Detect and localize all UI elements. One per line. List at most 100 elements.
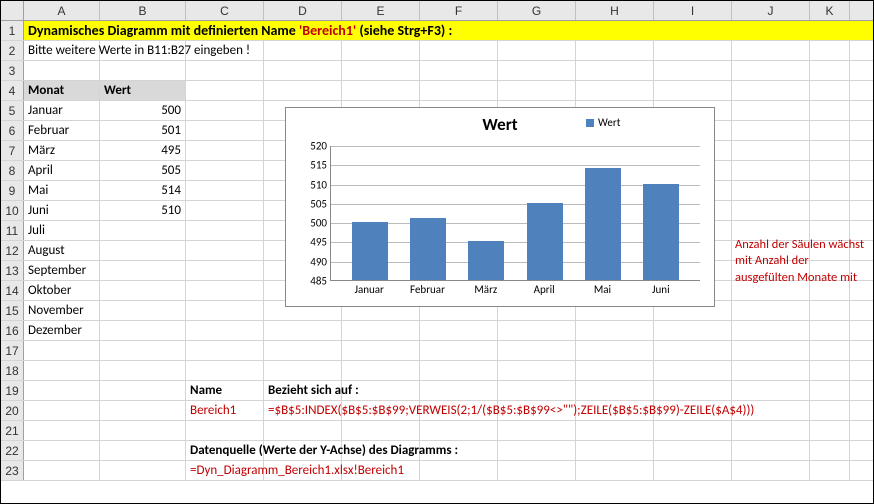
col-header-K[interactable]: K <box>810 1 850 20</box>
cell-A4[interactable]: Monat <box>24 81 100 100</box>
cell-A5[interactable]: Januar <box>24 101 100 120</box>
row-header-2[interactable]: 2 <box>1 41 24 60</box>
cell-B10[interactable]: 510 <box>100 201 186 220</box>
cell-J23[interactable] <box>732 461 810 480</box>
cell-C14[interactable] <box>186 281 264 300</box>
cell-I22[interactable] <box>654 441 732 460</box>
cell-D16[interactable] <box>264 321 342 340</box>
row-header-16[interactable]: 16 <box>1 321 24 340</box>
cell-C19[interactable]: Name <box>186 381 264 400</box>
cell-B20[interactable] <box>100 401 186 420</box>
cell-A14[interactable]: Oktober <box>24 281 100 300</box>
cell-A1[interactable]: Dynamisches Diagramm mit definierten Nam… <box>24 21 456 40</box>
cell-B4[interactable]: Wert <box>100 81 186 100</box>
cell-F23[interactable] <box>420 461 498 480</box>
cell-G17[interactable] <box>498 341 576 360</box>
cell-C23[interactable]: =Dyn_Diagramm_Bereich1.xlsx!Bereich1 <box>186 461 264 480</box>
cell-C10[interactable] <box>186 201 264 220</box>
cell-C6[interactable] <box>186 121 264 140</box>
cell-A19[interactable] <box>24 381 100 400</box>
cell-G21[interactable] <box>498 421 576 440</box>
cell-C1[interactable] <box>542 21 620 40</box>
cell-J17[interactable] <box>732 341 810 360</box>
cell-D4[interactable] <box>264 81 342 100</box>
row-header-22[interactable]: 22 <box>1 441 24 460</box>
row-header-18[interactable]: 18 <box>1 361 24 380</box>
cell-F4[interactable] <box>420 81 498 100</box>
cell-I18[interactable] <box>654 361 732 380</box>
cell-A11[interactable]: Juli <box>24 221 100 240</box>
cell-E4[interactable] <box>342 81 420 100</box>
cell-B6[interactable]: 501 <box>100 121 186 140</box>
cell-K15[interactable] <box>810 301 850 320</box>
row-header-7[interactable]: 7 <box>1 141 24 160</box>
cell-D3[interactable] <box>264 61 342 80</box>
cell-I4[interactable] <box>654 81 732 100</box>
corner-cell[interactable] <box>1 1 24 20</box>
cell-B21[interactable] <box>100 421 186 440</box>
row-header-11[interactable]: 11 <box>1 221 24 240</box>
cell-D20[interactable]: =$B$5:INDEX($B$5:$B$99;VERWEIS(2;1/($B$5… <box>264 401 342 420</box>
cell-G23[interactable] <box>498 461 576 480</box>
cell-J15[interactable] <box>732 301 810 320</box>
cell-B12[interactable] <box>100 241 186 260</box>
cell-B13[interactable] <box>100 261 186 280</box>
cell-G16[interactable] <box>498 321 576 340</box>
cell-K7[interactable] <box>810 141 850 160</box>
row-header-5[interactable]: 5 <box>1 101 24 120</box>
row-header-3[interactable]: 3 <box>1 61 24 80</box>
cell-I17[interactable] <box>654 341 732 360</box>
cell-C12[interactable] <box>186 241 264 260</box>
cell-D17[interactable] <box>264 341 342 360</box>
cell-J21[interactable] <box>732 421 810 440</box>
cell-C8[interactable] <box>186 161 264 180</box>
cell-C9[interactable] <box>186 181 264 200</box>
row-header-19[interactable]: 19 <box>1 381 24 400</box>
row-header-14[interactable]: 14 <box>1 281 24 300</box>
row-header-17[interactable]: 17 <box>1 341 24 360</box>
col-header-B[interactable]: B <box>100 1 186 20</box>
col-header-A[interactable]: A <box>24 1 100 20</box>
cell-I16[interactable] <box>654 321 732 340</box>
cell-E18[interactable] <box>342 361 420 380</box>
col-header-D[interactable]: D <box>264 1 342 20</box>
cell-H4[interactable] <box>576 81 654 100</box>
cell-E1[interactable] <box>698 21 776 40</box>
col-header-F[interactable]: F <box>420 1 498 20</box>
cell-A3[interactable] <box>24 61 100 80</box>
cell-A13[interactable]: September <box>24 261 100 280</box>
cell-A10[interactable]: Juni <box>24 201 100 220</box>
cell-B11[interactable] <box>100 221 186 240</box>
cell-C3[interactable] <box>186 61 264 80</box>
cell-J18[interactable] <box>732 361 810 380</box>
cell-B23[interactable] <box>100 461 186 480</box>
cell-B8[interactable]: 505 <box>100 161 186 180</box>
cell-I21[interactable] <box>654 421 732 440</box>
cell-J2[interactable] <box>732 41 810 60</box>
cell-F18[interactable] <box>420 361 498 380</box>
col-header-C[interactable]: C <box>186 1 264 20</box>
row-header-13[interactable]: 13 <box>1 261 24 280</box>
cell-K10[interactable] <box>810 201 850 220</box>
cell-C16[interactable] <box>186 321 264 340</box>
col-header-H[interactable]: H <box>576 1 654 20</box>
cell-A12[interactable]: August <box>24 241 100 260</box>
cell-B17[interactable] <box>100 341 186 360</box>
col-header-E[interactable]: E <box>342 1 420 20</box>
cell-G19[interactable] <box>498 381 576 400</box>
cell-A2[interactable]: Bitte weitere Werte in B11:B27 eingeben … <box>24 41 100 60</box>
cell-K6[interactable] <box>810 121 850 140</box>
cell-G4[interactable] <box>498 81 576 100</box>
cell-F19[interactable] <box>420 381 498 400</box>
cell-K5[interactable] <box>810 101 850 120</box>
row-header-20[interactable]: 20 <box>1 401 24 420</box>
cell-H3[interactable] <box>576 61 654 80</box>
cell-F2[interactable] <box>420 41 498 60</box>
row-header-15[interactable]: 15 <box>1 301 24 320</box>
col-header-I[interactable]: I <box>654 1 732 20</box>
cell-B18[interactable] <box>100 361 186 380</box>
cell-F3[interactable] <box>420 61 498 80</box>
cell-G22[interactable] <box>498 441 576 460</box>
cell-B5[interactable]: 500 <box>100 101 186 120</box>
row-header-23[interactable]: 23 <box>1 461 24 480</box>
